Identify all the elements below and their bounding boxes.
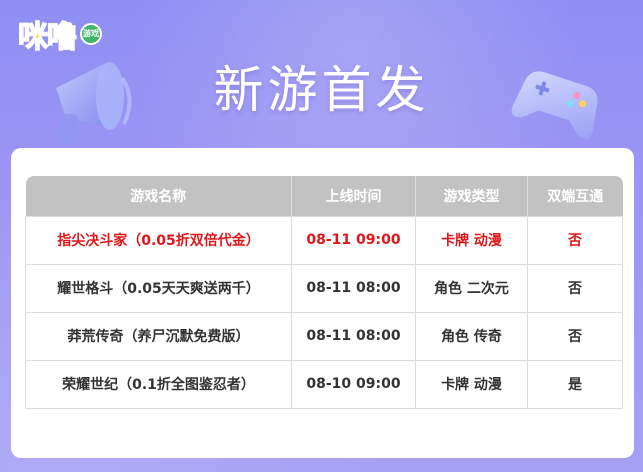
table-row[interactable]: 荣耀世纪（0.1折全图鉴忍者） 08-10 09:00 卡牌 动漫 是 [25,359,623,409]
new-games-card: 游戏名称 上线时间 游戏类型 双端互通 指尖决斗家（0.05折双倍代金） 08-… [11,148,634,458]
new-games-table: 游戏名称 上线时间 游戏类型 双端互通 指尖决斗家（0.05折双倍代金） 08-… [25,176,623,409]
game-name[interactable]: 指尖决斗家（0.05折双倍代金） [25,215,292,265]
logo-badge: 游戏 [80,23,102,45]
game-type: 卡牌 动漫 [415,215,528,265]
game-type: 角色 传奇 [415,311,528,361]
table-row[interactable]: 莽荒传奇（养尸沉默免费版） 08-11 08:00 角色 传奇 否 [25,311,623,361]
game-type: 卡牌 动漫 [415,359,528,409]
header-cross-platform: 双端互通 [527,176,623,216]
launch-time: 08-11 08:00 [291,311,416,361]
table-header-row: 游戏名称 上线时间 游戏类型 双端互通 [25,176,623,216]
table-row[interactable]: 耀世格斗（0.05天天爽送两千） 08-11 08:00 角色 二次元 否 [25,263,623,313]
cross-platform: 否 [527,215,623,265]
header-game-name: 游戏名称 [25,176,292,216]
header-game-type: 游戏类型 [415,176,528,216]
header-launch-time: 上线时间 [291,176,416,216]
game-name[interactable]: 莽荒传奇（养尸沉默免费版） [25,311,292,361]
game-name[interactable]: 耀世格斗（0.05天天爽送两千） [25,263,292,313]
launch-time: 08-11 09:00 [291,215,416,265]
cross-platform: 是 [527,359,623,409]
cross-platform: 否 [527,263,623,313]
launch-time: 08-10 09:00 [291,359,416,409]
game-type: 角色 二次元 [415,263,528,313]
game-name[interactable]: 荣耀世纪（0.1折全图鉴忍者） [25,359,292,409]
gamepad-icon [511,71,598,139]
table-row[interactable]: 指尖决斗家（0.05折双倍代金） 08-11 09:00 卡牌 动漫 否 [25,215,623,265]
cross-platform: 否 [527,311,623,361]
launch-time: 08-11 08:00 [291,263,416,313]
